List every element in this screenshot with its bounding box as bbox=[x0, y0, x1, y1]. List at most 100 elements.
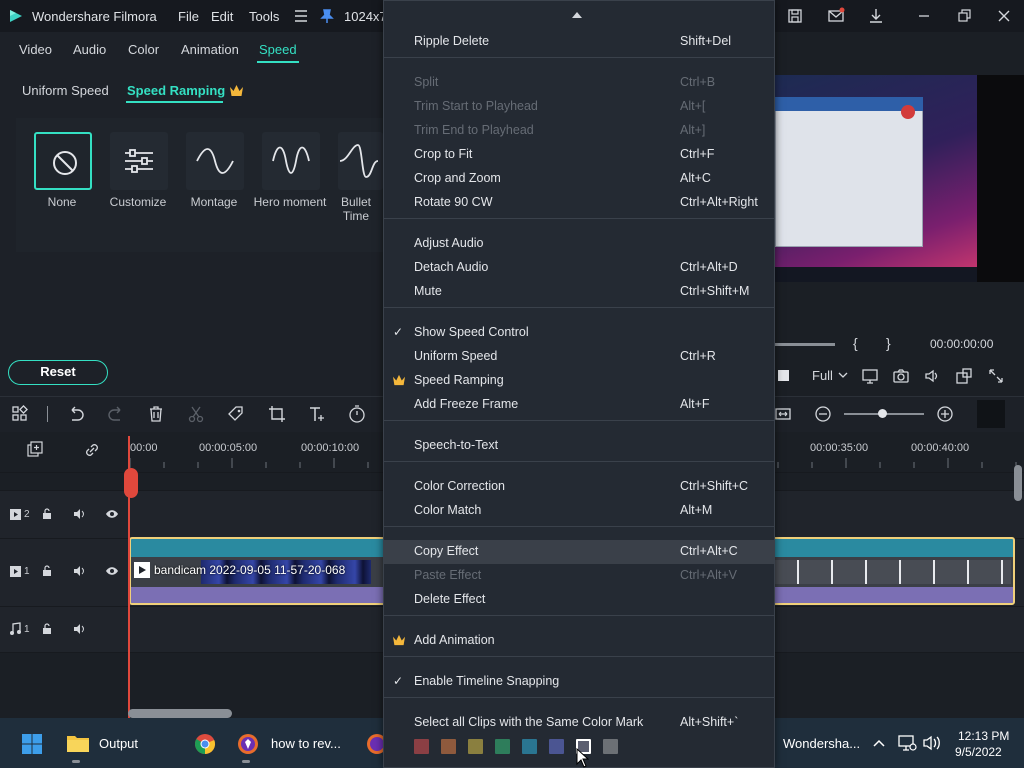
eye-icon[interactable] bbox=[105, 566, 119, 576]
color-mark-swatch[interactable] bbox=[549, 739, 564, 754]
panel-toggle[interactable] bbox=[977, 400, 1005, 428]
menu-item-delete-effect[interactable]: Delete Effect bbox=[384, 588, 774, 612]
menu-item-detach-audio[interactable]: Detach Audio Ctrl+Alt+D bbox=[384, 256, 774, 280]
stop-icon[interactable] bbox=[778, 370, 789, 381]
save-icon[interactable] bbox=[786, 7, 804, 25]
taskbar-output[interactable]: Output bbox=[99, 736, 138, 751]
preset-hero-moment[interactable] bbox=[262, 132, 320, 190]
link-icon[interactable] bbox=[83, 441, 101, 459]
lock-icon[interactable] bbox=[41, 623, 53, 635]
menu-item-add-freeze-frame[interactable]: Add Freeze Frame Alt+F bbox=[384, 393, 774, 417]
menu-edit[interactable]: Edit bbox=[211, 9, 233, 24]
text-icon[interactable] bbox=[307, 404, 327, 424]
pin-icon[interactable] bbox=[318, 7, 336, 25]
quality-select[interactable]: Full bbox=[812, 368, 833, 383]
volume-tray-icon[interactable] bbox=[922, 735, 942, 751]
folder-icon[interactable] bbox=[66, 733, 90, 753]
delete-icon[interactable] bbox=[146, 404, 166, 424]
menu-item-uniform-speed[interactable]: Uniform Speed Ctrl+R bbox=[384, 345, 774, 369]
menu-item-enable-timeline-snapping[interactable]: ✓ Enable Timeline Snapping bbox=[384, 670, 774, 694]
tab-animation[interactable]: Animation bbox=[181, 42, 239, 57]
tab-video[interactable]: Video bbox=[19, 42, 52, 57]
cut-icon[interactable] bbox=[186, 404, 206, 424]
color-mark-swatch[interactable] bbox=[468, 739, 483, 754]
speaker-icon[interactable] bbox=[73, 508, 86, 520]
restore-icon[interactable] bbox=[955, 7, 973, 25]
close-icon[interactable] bbox=[995, 7, 1013, 25]
redo-icon[interactable] bbox=[106, 404, 126, 424]
color-mark-swatch[interactable] bbox=[603, 739, 618, 754]
hamburger-menu-icon[interactable] bbox=[292, 7, 310, 25]
mark-out-button[interactable]: } bbox=[886, 335, 891, 351]
mark-in-button[interactable]: { bbox=[853, 335, 858, 351]
subtab-uniform-speed[interactable]: Uniform Speed bbox=[22, 83, 109, 98]
eye-icon[interactable] bbox=[105, 509, 119, 519]
preset-none[interactable] bbox=[34, 132, 92, 190]
display-tray-icon[interactable] bbox=[897, 734, 917, 752]
menu-item-speed-ramping[interactable]: Speed Ramping bbox=[384, 369, 774, 393]
pip-icon[interactable] bbox=[955, 367, 973, 385]
scroll-up-arrow-icon[interactable] bbox=[571, 11, 583, 19]
browser-shield-icon[interactable] bbox=[366, 733, 383, 755]
undo-icon[interactable] bbox=[66, 404, 86, 424]
menu-item-crop-and-zoom[interactable]: Crop and Zoom Alt+C bbox=[384, 167, 774, 191]
download-icon[interactable] bbox=[867, 7, 885, 25]
color-mark-swatch[interactable] bbox=[441, 739, 456, 754]
menu-item-speech-to-text[interactable]: Speech-to-Text bbox=[384, 434, 774, 458]
tab-color[interactable]: Color bbox=[128, 42, 159, 57]
preset-customize[interactable] bbox=[110, 132, 168, 190]
playhead-handle[interactable] bbox=[124, 468, 138, 498]
speaker-icon[interactable] bbox=[73, 565, 86, 577]
color-mark-swatch[interactable] bbox=[495, 739, 510, 754]
fullscreen-icon[interactable] bbox=[987, 367, 1005, 385]
timeline-scrollbar[interactable] bbox=[128, 709, 232, 718]
windows-start-icon[interactable] bbox=[21, 733, 43, 755]
menu-item-color-match[interactable]: Color Match Alt+M bbox=[384, 499, 774, 523]
menu-item-add-animation[interactable]: Add Animation bbox=[384, 629, 774, 653]
mail-icon[interactable] bbox=[827, 7, 845, 25]
speed-clock-icon[interactable] bbox=[347, 404, 367, 424]
menu-item-adjust-audio[interactable]: Adjust Audio bbox=[384, 232, 774, 256]
speaker-icon[interactable] bbox=[73, 623, 86, 635]
menu-item-mute[interactable]: Mute Ctrl+Shift+M bbox=[384, 280, 774, 304]
display-icon[interactable] bbox=[861, 367, 879, 385]
menu-item-crop-to-fit[interactable]: Crop to Fit Ctrl+F bbox=[384, 143, 774, 167]
menu-item-ripple-delete[interactable]: Ripple Delete Shift+Del bbox=[384, 30, 774, 54]
menu-item-shortcut: Alt+] bbox=[680, 123, 706, 137]
menu-file[interactable]: File bbox=[178, 9, 199, 24]
tab-audio[interactable]: Audio bbox=[73, 42, 106, 57]
chrome-icon[interactable] bbox=[194, 733, 216, 755]
color-mark-swatch[interactable] bbox=[414, 739, 429, 754]
volume-icon[interactable] bbox=[923, 367, 941, 385]
zoom-in-icon[interactable] bbox=[935, 404, 955, 424]
zoom-slider-handle[interactable] bbox=[878, 409, 887, 418]
crop-icon[interactable] bbox=[267, 404, 287, 424]
menu-item-select-all-clips-with-the-same-color-mark[interactable]: Select all Clips with the Same Color Mar… bbox=[384, 711, 774, 735]
menu-item-show-speed-control[interactable]: ✓ Show Speed Control bbox=[384, 321, 774, 345]
preview-scrubber[interactable] bbox=[775, 343, 835, 346]
zoom-out-icon[interactable] bbox=[813, 404, 833, 424]
lock-icon[interactable] bbox=[41, 508, 53, 520]
menu-item-color-correction[interactable]: Color Correction Ctrl+Shift+C bbox=[384, 475, 774, 499]
minimize-icon[interactable] bbox=[915, 7, 933, 25]
menu-tools[interactable]: Tools bbox=[249, 9, 279, 24]
preset-montage[interactable] bbox=[186, 132, 244, 190]
taskbar-browser-tab[interactable]: how to rev... bbox=[271, 736, 341, 751]
preset-bullet-time[interactable] bbox=[338, 132, 383, 190]
fit-timeline-icon[interactable] bbox=[773, 404, 793, 424]
reset-button[interactable]: Reset bbox=[8, 360, 108, 385]
layout-grid-icon[interactable] bbox=[10, 404, 30, 424]
snapshot-icon[interactable] bbox=[892, 367, 910, 385]
subtab-speed-ramping[interactable]: Speed Ramping bbox=[127, 83, 225, 98]
menu-item-copy-effect[interactable]: Copy Effect Ctrl+Alt+C bbox=[384, 540, 774, 564]
add-track-icon[interactable] bbox=[26, 441, 44, 459]
menu-item-rotate-90-cw[interactable]: Rotate 90 CW Ctrl+Alt+Right bbox=[384, 191, 774, 215]
browser-shield-icon[interactable] bbox=[237, 733, 259, 755]
taskbar-filmora[interactable]: Wondersha... bbox=[783, 736, 860, 751]
tab-speed[interactable]: Speed bbox=[259, 42, 297, 57]
lock-icon[interactable] bbox=[41, 565, 53, 577]
color-mark-swatch[interactable] bbox=[522, 739, 537, 754]
chevron-up-icon[interactable] bbox=[872, 737, 886, 749]
tag-icon[interactable] bbox=[226, 404, 246, 424]
timeline-vertical-scrollbar[interactable] bbox=[1014, 465, 1022, 501]
